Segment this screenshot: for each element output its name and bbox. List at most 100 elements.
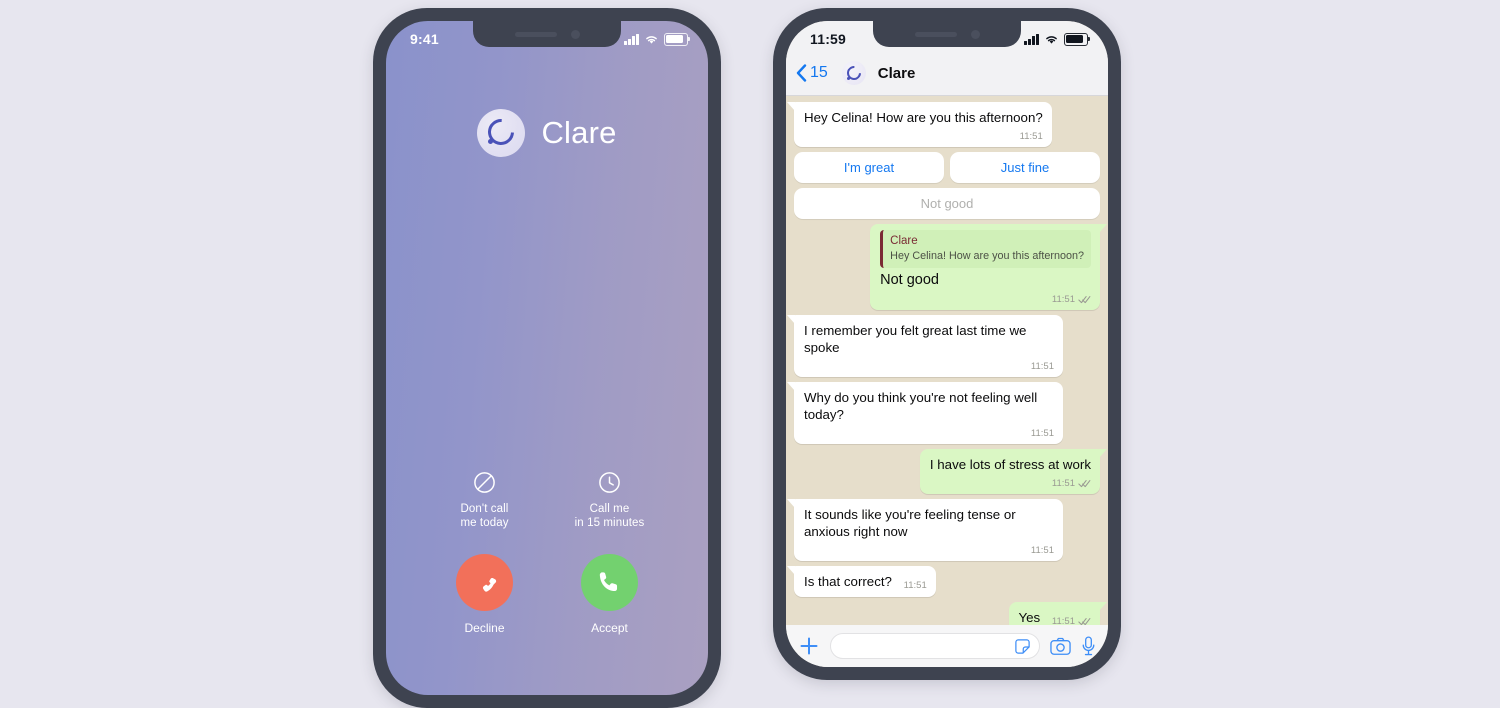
battery-icon <box>664 32 690 46</box>
call-options: Don't call me today Call me in 15 minute… <box>386 471 708 530</box>
option-label-line1: Don't call <box>460 503 509 515</box>
double-check-icon <box>1078 296 1091 304</box>
message-time: 11:51 <box>903 580 927 591</box>
earpiece-speaker-icon <box>514 31 557 37</box>
sticker-icon[interactable] <box>1014 638 1031 655</box>
clock-icon <box>598 471 621 494</box>
message-meta: 11:51 <box>1052 478 1091 489</box>
status-time: 11:59 <box>810 31 847 47</box>
decline-call-button[interactable]: Decline <box>425 554 545 635</box>
message-time: 11:51 <box>1030 545 1054 556</box>
microphone-icon[interactable] <box>1081 636 1096 656</box>
message-meta: 11:51 <box>904 580 927 591</box>
message-time: 11:51 <box>1019 131 1043 142</box>
message-text: Why do you think you're not feeling well… <box>804 390 1038 422</box>
message-bubble-incoming[interactable]: Is that correct? 11:51 <box>787 566 936 597</box>
option-call-in-15-minutes[interactable]: Call me in 15 minutes <box>550 471 670 530</box>
device-notch <box>473 21 621 47</box>
quoted-author: Clare <box>890 235 918 247</box>
double-check-icon <box>1078 618 1091 625</box>
caller-identity: Clare <box>386 109 708 157</box>
signal-bars-icon <box>1024 33 1039 45</box>
message-bubble-incoming[interactable]: Why do you think you're not feeling well… <box>787 382 1063 444</box>
message-bubble-outgoing[interactable]: I have lots of stress at work 11:51 <box>919 449 1108 494</box>
message-meta: 11:51 <box>1031 361 1054 372</box>
camera-icon[interactable] <box>1050 637 1071 656</box>
message-text: I have lots of stress at work <box>929 457 1091 472</box>
message-input[interactable] <box>843 638 1014 654</box>
message-meta: 11:51 <box>1052 616 1091 625</box>
chat-header: 15 Clare <box>786 51 1108 96</box>
clare-logo-icon[interactable] <box>841 61 866 85</box>
message-row: Hey Celina! How are you this afternoon? … <box>787 102 1100 147</box>
decline-call-icon[interactable] <box>456 554 513 611</box>
battery-icon <box>1064 32 1090 46</box>
option-label-line2: me today <box>460 517 509 529</box>
phone-device-chat: 11:59 15 Clare Hey Celina! How are you t… <box>773 8 1121 680</box>
message-bubble-outgoing[interactable]: Yes 11:51 <box>1008 602 1108 625</box>
message-time: 11:51 <box>1030 361 1054 372</box>
message-meta: 11:51 <box>1052 294 1091 305</box>
message-row: I remember you felt great last time we s… <box>787 315 1100 377</box>
quick-reply-row-1: I'm great Just fine <box>794 152 1100 183</box>
wifi-icon <box>1046 35 1057 44</box>
device-notch <box>873 21 1021 47</box>
contact-name[interactable]: Clare <box>878 65 916 82</box>
message-row: I have lots of stress at work 11:51 <box>794 449 1108 494</box>
message-text: Is that correct? <box>804 574 892 589</box>
message-bubble-incoming[interactable]: It sounds like you're feeling tense or a… <box>787 499 1063 561</box>
unread-count: 15 <box>810 64 828 81</box>
plus-icon[interactable] <box>798 635 820 657</box>
status-time: 9:41 <box>410 31 439 47</box>
message-time: 11:51 <box>1051 478 1075 489</box>
back-button[interactable]: 15 <box>796 64 828 82</box>
chat-screen: 11:59 15 Clare Hey Celina! How are you t… <box>786 21 1108 667</box>
message-row: Clare Hey Celina! How are you this after… <box>794 224 1107 310</box>
message-meta: 11:51 <box>1031 428 1054 439</box>
double-check-icon <box>1078 480 1091 488</box>
message-row: Is that correct? 11:51 <box>787 566 1100 597</box>
message-text: Not good <box>880 272 939 288</box>
message-time: 11:51 <box>1051 294 1075 305</box>
message-text: It sounds like you're feeling tense or a… <box>804 507 1016 539</box>
option-dont-call-today[interactable]: Don't call me today <box>425 471 545 530</box>
message-bubble-incoming[interactable]: I remember you felt great last time we s… <box>787 315 1063 377</box>
caller-name: Clare <box>541 115 617 150</box>
accept-call-icon[interactable] <box>581 554 638 611</box>
call-screen: 9:41 Clare Don't call me today Call me i… <box>386 21 708 695</box>
front-camera-icon <box>570 29 580 39</box>
message-row: Why do you think you're not feeling well… <box>787 382 1100 444</box>
front-camera-icon <box>970 29 980 39</box>
message-meta: 11:51 <box>1031 545 1054 556</box>
message-time: 11:51 <box>1030 428 1054 439</box>
quoted-message[interactable]: Clare Hey Celina! How are you this after… <box>880 230 1091 268</box>
decline-label: Decline <box>464 621 505 635</box>
message-text: Yes <box>1018 610 1041 625</box>
message-bubble-incoming[interactable]: Hey Celina! How are you this afternoon? … <box>787 102 1052 147</box>
message-text: Hey Celina! How are you this afternoon? <box>804 110 1043 125</box>
option-label-line2: in 15 minutes <box>574 517 645 529</box>
clare-logo-icon <box>477 109 526 157</box>
earpiece-speaker-icon <box>914 31 957 37</box>
message-input-pill[interactable] <box>830 633 1040 659</box>
quick-reply-just-fine[interactable]: Just fine <box>950 152 1100 183</box>
message-bubble-outgoing[interactable]: Clare Hey Celina! How are you this after… <box>870 224 1107 310</box>
phone-device-call: 9:41 Clare Don't call me today Call me i… <box>373 8 721 708</box>
call-actions: Decline Accept <box>386 554 708 635</box>
accept-call-button[interactable]: Accept <box>550 554 670 635</box>
accept-label: Accept <box>591 621 628 635</box>
quick-reply-im-great[interactable]: I'm great <box>794 152 944 183</box>
status-indicators <box>624 32 690 46</box>
message-meta: 11:51 <box>1020 131 1043 142</box>
status-indicators <box>1024 32 1090 46</box>
quoted-text: Hey Celina! How are you this afternoon? <box>890 250 1084 262</box>
message-text: I remember you felt great last time we s… <box>804 323 1027 355</box>
signal-bars-icon <box>624 33 639 45</box>
message-row: Yes 11:51 <box>794 602 1108 625</box>
quick-reply-row-2: Not good <box>794 188 1100 219</box>
message-list[interactable]: Hey Celina! How are you this afternoon? … <box>786 96 1108 625</box>
message-row: It sounds like you're feeling tense or a… <box>787 499 1100 561</box>
chevron-left-icon <box>796 64 807 82</box>
quick-reply-not-good[interactable]: Not good <box>794 188 1100 219</box>
no-entry-icon <box>473 471 496 494</box>
